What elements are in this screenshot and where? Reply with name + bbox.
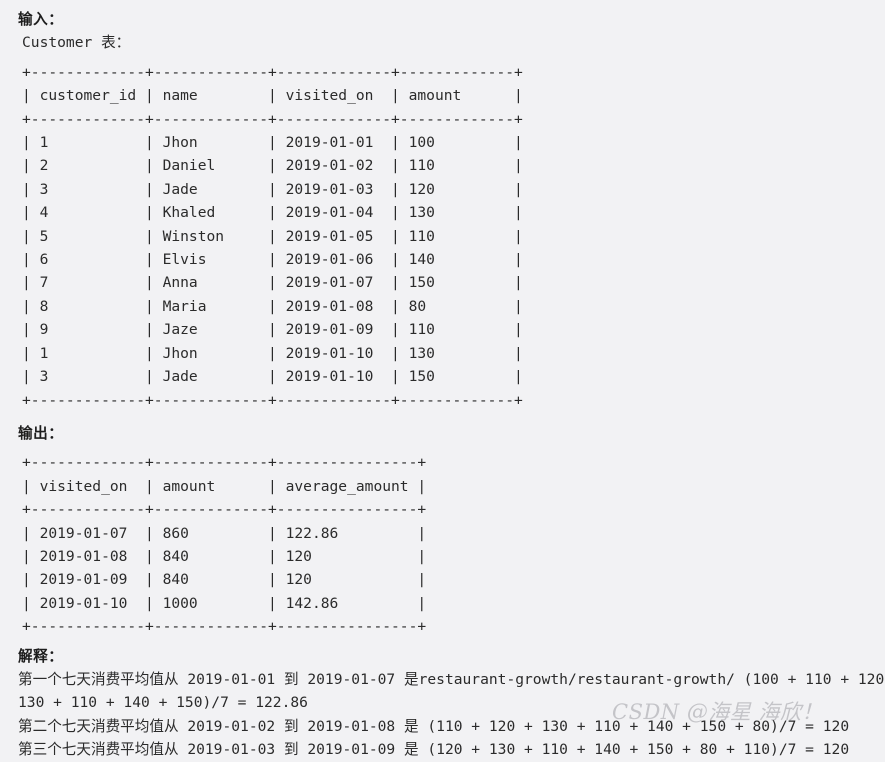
table-row: | 6 | Elvis | 2019-01-06 | 140 |: [22, 251, 523, 269]
explanation-line: 第一个七天消费平均值从 2019-01-01 到 2019-01-07 是res…: [18, 670, 885, 688]
table-row: | 3 | Jade | 2019-01-03 | 120 |: [22, 180, 523, 198]
output-table-header-row: | visited_on | amount | average_amount |: [22, 477, 427, 495]
input-table-header-row: | customer_id | name | visited_on | amou…: [22, 87, 523, 105]
explanation-body: 第一个七天消费平均值从 2019-01-01 到 2019-01-07 是res…: [18, 668, 885, 762]
table-row: | 2019-01-08 | 840 | 120 |: [22, 547, 427, 565]
output-table-border-header: +-------------+-------------+-----------…: [22, 501, 427, 519]
output-table-border-bottom: +-------------+-------------+-----------…: [22, 618, 427, 636]
input-table: +-------------+-------------+-----------…: [18, 61, 885, 412]
input-table-border-top: +-------------+-------------+-----------…: [22, 63, 523, 81]
table-row: | 1 | Jhon | 2019-01-01 | 100 |: [22, 134, 523, 152]
table-row: | 3 | Jade | 2019-01-10 | 150 |: [22, 368, 523, 386]
table-row: | 9 | Jaze | 2019-01-09 | 110 |: [22, 321, 523, 339]
explanation-line: 第三个七天消费平均值从 2019-01-03 到 2019-01-09 是 (1…: [18, 741, 850, 759]
table-row: | 2019-01-09 | 840 | 120 |: [22, 571, 427, 589]
table-row: | 4 | Khaled | 2019-01-04 | 130 |: [22, 204, 523, 222]
input-heading: 输入：: [18, 11, 64, 28]
table-row: | 2 | Daniel | 2019-01-02 | 110 |: [22, 157, 523, 175]
output-table-border-top: +-------------+-------------+-----------…: [22, 454, 427, 472]
output-heading: 输出：: [18, 424, 64, 442]
table-row: | 1 | Jhon | 2019-01-10 | 130 |: [22, 344, 523, 362]
explanation-line: 130 + 110 + 140 + 150)/7 = 122.86: [18, 694, 308, 712]
table-row: | 5 | Winston | 2019-01-05 | 110 |: [22, 227, 523, 245]
table-row: | 7 | Anna | 2019-01-07 | 150 |: [22, 274, 523, 292]
document-page: 输入： Customer 表： +-------------+---------…: [0, 0, 885, 758]
input-table-border-header: +-------------+-------------+-----------…: [22, 110, 523, 128]
explanation-line: 第二个七天消费平均值从 2019-01-02 到 2019-01-08 是 (1…: [18, 717, 850, 735]
table-row: | 8 | Maria | 2019-01-08 | 80 |: [22, 297, 523, 315]
input-table-caption: Customer 表：: [22, 34, 131, 52]
input-table-border-bottom: +-------------+-------------+-----------…: [22, 391, 523, 409]
output-table: +-------------+-------------+-----------…: [18, 451, 885, 638]
explanation-heading: 解释：: [18, 647, 64, 665]
table-row: | 2019-01-10 | 1000 | 142.86 |: [22, 594, 427, 612]
table-row: | 2019-01-07 | 860 | 122.86 |: [22, 524, 427, 542]
